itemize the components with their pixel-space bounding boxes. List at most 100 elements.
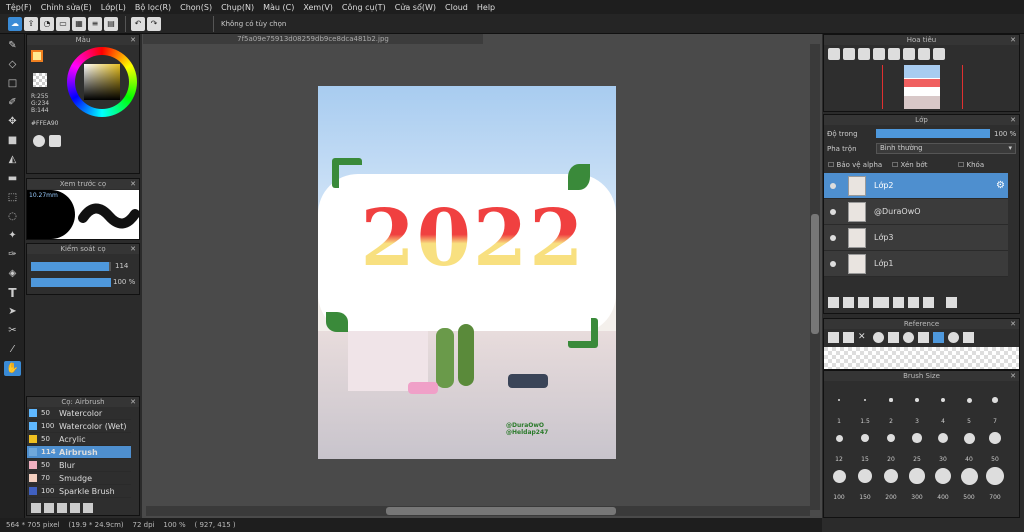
gradient-tool-icon[interactable]: ▬ — [4, 171, 21, 186]
new-folder-icon[interactable] — [893, 297, 904, 308]
size-slider[interactable] — [31, 262, 111, 271]
rotate-icon[interactable] — [948, 332, 959, 343]
brush-size-cell[interactable]: 300 — [904, 463, 930, 501]
close-icon[interactable]: ✕ — [1010, 319, 1016, 329]
brush-list-item[interactable]: 114 Airbrush — [27, 446, 131, 459]
menu-item[interactable]: Cửa sổ(W) — [395, 3, 436, 12]
menu-item[interactable]: Tệp(F) — [6, 3, 32, 12]
text-tool-icon[interactable]: T — [4, 285, 21, 300]
visibility-icon[interactable] — [830, 235, 836, 241]
brush-size-cell[interactable]: 100 — [826, 463, 852, 501]
background-color-swatch[interactable] — [33, 73, 47, 87]
brush-size-cell[interactable]: 500 — [956, 463, 982, 501]
brush-size-cell[interactable]: 20 — [878, 425, 904, 463]
brush-size-cell[interactable]: 200 — [878, 463, 904, 501]
layer-item[interactable]: Lớp1 — [824, 251, 1008, 277]
menu-item[interactable]: Màu (C) — [263, 3, 294, 12]
document-tab[interactable]: 7f5a09e75913d08259db9ce8dca481b2.jpg — [143, 34, 483, 44]
layer-item[interactable]: Lớp2 ⚙ — [824, 173, 1008, 199]
protect-alpha-checkbox[interactable]: ☐ Bảo vệ alpha — [828, 161, 882, 169]
new-text-layer-icon[interactable] — [858, 297, 869, 308]
select-pen-icon[interactable]: ✑ — [4, 247, 21, 262]
brush-size-cell[interactable]: 4 — [930, 387, 956, 425]
close-icon[interactable]: ✕ — [1010, 115, 1016, 125]
brush-list-item[interactable]: 100 Watercolor (Wet) — [27, 420, 131, 433]
brush-size-cell[interactable]: 12 — [826, 425, 852, 463]
eyedropper-icon[interactable] — [918, 332, 929, 343]
cloud-icon[interactable]: ☁ — [8, 16, 22, 31]
reference-canvas[interactable] — [824, 347, 1019, 369]
horizontal-scrollbar[interactable] — [146, 506, 810, 516]
new-layer-icon[interactable] — [828, 297, 839, 308]
eyedropper-icon[interactable]: ⁄ — [4, 342, 21, 357]
canvas-image[interactable]: 2022 @DuraOwO @Heldap247 — [318, 86, 616, 459]
actual-size-icon[interactable] — [873, 48, 885, 60]
lock-view-icon[interactable] — [933, 48, 945, 60]
menu-item[interactable]: Chọn(S) — [180, 3, 212, 12]
rotate-right-icon[interactable] — [918, 48, 930, 60]
brush-size-cell[interactable]: 7 — [982, 387, 1008, 425]
brush-size-cell[interactable]: 150 — [852, 463, 878, 501]
divide-tool-icon[interactable]: ✂ — [4, 323, 21, 338]
close-icon[interactable]: ✕ — [1010, 371, 1016, 381]
brush-list-item[interactable]: 50 Acrylic — [27, 433, 131, 446]
brush-size-cell[interactable]: 400 — [930, 463, 956, 501]
vertical-scrollbar[interactable] — [810, 44, 820, 510]
layout-icon[interactable]: ▤ — [104, 16, 118, 31]
layer-menu-icon[interactable] — [873, 297, 889, 308]
size-value[interactable]: 114 — [115, 262, 128, 270]
foreground-color-swatch[interactable] — [31, 50, 43, 62]
lock-checkbox[interactable]: ☐ Khóa — [958, 161, 984, 169]
menu-item[interactable]: Cloud — [445, 3, 468, 12]
close-reference-icon[interactable]: ✕ — [858, 332, 869, 343]
upload-icon[interactable] — [828, 332, 839, 343]
brush-size-cell[interactable]: 5 — [956, 387, 982, 425]
folder-icon[interactable] — [44, 503, 54, 513]
merge-layer-icon[interactable] — [923, 297, 934, 308]
color-mix-icon[interactable] — [49, 135, 61, 147]
close-icon[interactable]: ✕ — [130, 179, 136, 189]
fill-rect-tool-icon[interactable]: ■ — [4, 133, 21, 148]
layer-opacity-value[interactable]: 100 % — [994, 130, 1016, 138]
vertical-scroll-thumb[interactable] — [811, 214, 819, 334]
duplicate-layer-icon[interactable] — [908, 297, 919, 308]
close-icon[interactable]: ✕ — [130, 244, 136, 254]
clip-checkbox[interactable]: ☐ Xén bớt — [892, 161, 927, 169]
opacity-value[interactable]: 100 % — [113, 278, 135, 286]
navigator-thumbnail[interactable] — [904, 65, 940, 109]
close-icon[interactable]: ✕ — [130, 35, 136, 45]
brush-size-cell[interactable]: 700 — [982, 463, 1008, 501]
copy-icon[interactable] — [70, 503, 80, 513]
lasso-tool-icon[interactable]: ✐ — [4, 95, 21, 110]
eraser-tool-icon[interactable]: ◇ — [4, 57, 21, 72]
new-vector-layer-icon[interactable] — [843, 297, 854, 308]
menu-item[interactable]: Chỉnh sửa(E) — [41, 3, 92, 12]
close-icon[interactable]: ✕ — [1010, 35, 1016, 45]
operation-tool-icon[interactable]: ➤ — [4, 304, 21, 319]
magic-wand-icon[interactable]: ✦ — [4, 228, 21, 243]
layer-settings-icon[interactable]: ⚙ — [996, 180, 1005, 191]
brush-list-item[interactable]: 50 Blur — [27, 459, 131, 472]
brush-size-cell[interactable]: 25 — [904, 425, 930, 463]
zoom-in-icon[interactable] — [828, 48, 840, 60]
close-icon[interactable]: ✕ — [130, 397, 136, 407]
brush-list-item[interactable]: 50 Watercolor — [27, 407, 131, 420]
menu-item[interactable]: Công cụ(T) — [342, 3, 386, 12]
layer-item[interactable]: Lớp3 — [824, 225, 1008, 251]
flip-icon[interactable] — [963, 332, 974, 343]
brush-size-cell[interactable]: 1.5 — [852, 387, 878, 425]
brush-size-cell[interactable]: 3 — [904, 387, 930, 425]
zoom-in-icon[interactable] — [873, 332, 884, 343]
brush-size-cell[interactable]: 30 — [930, 425, 956, 463]
delete-icon[interactable] — [83, 503, 93, 513]
bucket-tool-icon[interactable]: ◭ — [4, 152, 21, 167]
select-eraser-icon[interactable]: ◈ — [4, 266, 21, 281]
brush-size-cell[interactable]: 40 — [956, 425, 982, 463]
hand-icon[interactable] — [933, 332, 944, 343]
delete-layer-icon[interactable] — [946, 297, 957, 308]
chat-icon[interactable]: ◔ — [40, 16, 54, 31]
comment-icon[interactable]: ▭ — [56, 16, 70, 31]
menu-item[interactable]: Lớp(L) — [101, 3, 126, 12]
layer-item[interactable]: @DuraOwO — [824, 199, 1008, 225]
list-icon[interactable]: ≡ — [88, 16, 102, 31]
